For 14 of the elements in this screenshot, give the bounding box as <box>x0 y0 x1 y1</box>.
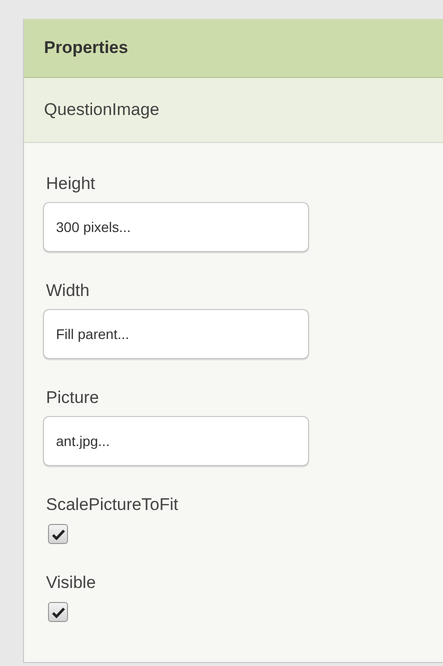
property-label: Visible <box>46 572 97 594</box>
property-label: ScalePictureToFit <box>46 494 180 516</box>
property-label: Width <box>46 280 90 302</box>
checkmark-icon <box>52 528 64 540</box>
checkbox[interactable] <box>48 524 68 544</box>
property-label: Picture <box>46 387 100 409</box>
property-field[interactable]: 300 pixels... <box>43 202 309 252</box>
component-name: QuestionImage <box>44 99 160 122</box>
checkmark-icon <box>52 606 64 618</box>
property-label: Height <box>46 173 96 195</box>
property-field[interactable]: Fill parent... <box>43 309 309 359</box>
panel-title: Properties <box>44 37 128 60</box>
checkbox[interactable] <box>48 602 68 622</box>
property-field[interactable]: ant.jpg... <box>43 416 309 466</box>
